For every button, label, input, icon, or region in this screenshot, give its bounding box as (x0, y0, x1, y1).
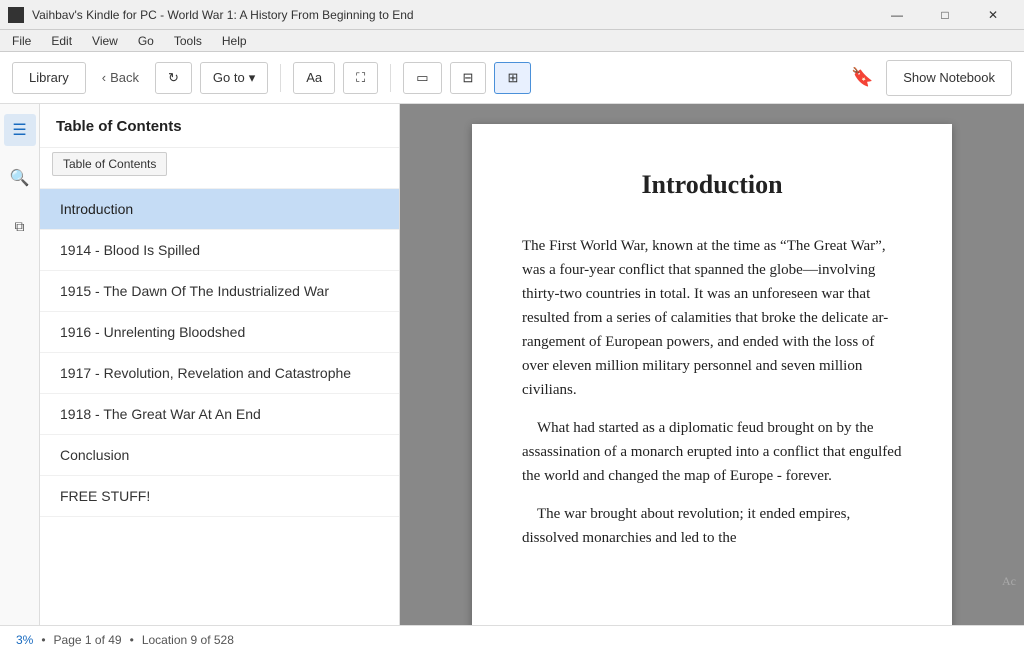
title-bar: Vaihbav's Kindle for PC - World War 1: A… (0, 0, 1024, 30)
divider-1 (280, 64, 281, 92)
book-paragraph-1: The First World War, known at the time a… (522, 234, 902, 402)
maximize-button[interactable]: □ (922, 0, 968, 30)
menu-go[interactable]: Go (130, 32, 162, 50)
chapter-title: Introduction (522, 164, 902, 206)
show-notebook-button[interactable]: Show Notebook (886, 60, 1012, 96)
menu-tools[interactable]: Tools (166, 32, 210, 50)
refresh-icon: ↻ (168, 70, 179, 86)
fullscreen-icon: ⛶ (356, 70, 365, 86)
minimize-button[interactable]: — (874, 0, 920, 30)
fullscreen-button[interactable]: ⛶ (343, 62, 378, 94)
watermark: Ac (1002, 574, 1016, 589)
status-bar: 3% • Page 1 of 49 • Location 9 of 528 (0, 625, 1024, 653)
menu-help[interactable]: Help (214, 32, 255, 50)
toc-title: Table of Contents (40, 104, 399, 148)
chevron-down-icon: ▾ (249, 70, 256, 86)
content-area: Introduction The First World War, known … (400, 104, 1024, 625)
window-title: Vaihbav's Kindle for PC - World War 1: A… (32, 8, 414, 22)
refresh-button[interactable]: ↻ (155, 62, 192, 94)
library-button[interactable]: Library (12, 62, 86, 94)
status-separator-1: • (41, 633, 45, 647)
toc-tooltip: Table of Contents (52, 152, 167, 176)
grid-icon: ⊞ (507, 70, 518, 86)
toc-item-1918[interactable]: 1918 - The Great War At An End (40, 394, 399, 435)
window-controls: — □ ✕ (874, 0, 1016, 30)
toc-item-1917[interactable]: 1917 - Revolution, Revelation and Catast… (40, 353, 399, 394)
layout-single-button[interactable]: ▭ (403, 62, 441, 94)
search-icon: 🔍 (10, 168, 30, 188)
bookmark-button[interactable]: 🔖 (846, 62, 878, 94)
goto-button[interactable]: Go to ▾ (200, 62, 268, 94)
toc-item-1916[interactable]: 1916 - Unrelenting Bloodshed (40, 312, 399, 353)
status-separator-2: • (130, 633, 134, 647)
divider-2 (390, 64, 391, 92)
close-button[interactable]: ✕ (970, 0, 1016, 30)
toc-list: Cover Introduction 1914 - Blood Is Spill… (40, 148, 399, 625)
notes-icon-button[interactable]: ⧉ (4, 210, 36, 242)
sidebar-icons: ☰ 🔍 ⧉ (0, 104, 40, 625)
toolbar: Library ‹ Back ↻ Go to ▾ Aa ⛶ ▭ ⊟ ⊞ 🔖 Sh… (0, 52, 1024, 104)
book-paragraph-3: The war brought about revolution; it end… (522, 502, 902, 550)
menu-bar: File Edit View Go Tools Help (0, 30, 1024, 52)
search-icon-button[interactable]: 🔍 (4, 162, 36, 194)
app-icon (8, 7, 24, 23)
notes-icon: ⧉ (15, 218, 25, 235)
menu-icon: ☰ (12, 120, 26, 140)
font-button[interactable]: Aa (293, 62, 335, 94)
goto-label: Go to (213, 70, 245, 85)
toc-item-introduction[interactable]: Introduction (40, 189, 399, 230)
layout-grid-button[interactable]: ⊞ (494, 62, 531, 94)
menu-edit[interactable]: Edit (43, 32, 80, 50)
back-label: Back (110, 70, 139, 85)
double-page-icon: ⊟ (463, 70, 474, 86)
toc-item-conclusion[interactable]: Conclusion (40, 435, 399, 476)
toc-item-free-stuff[interactable]: FREE STUFF! (40, 476, 399, 517)
toc-panel: Table of Contents Table of Contents Cove… (40, 104, 400, 625)
app-body: ☰ 🔍 ⧉ Table of Contents Table of Content… (0, 104, 1024, 625)
progress-label: 3% (16, 633, 33, 647)
toc-item-1915[interactable]: 1915 - The Dawn Of The Industrialized Wa… (40, 271, 399, 312)
book-paragraph-2: What had started as a diplomatic feud br… (522, 416, 902, 488)
chevron-left-icon: ‹ (102, 70, 106, 85)
menu-view[interactable]: View (84, 32, 126, 50)
toc-icon-button[interactable]: ☰ (4, 114, 36, 146)
back-button[interactable]: ‹ Back (94, 62, 147, 94)
single-page-icon: ▭ (416, 70, 428, 86)
bookmark-icon: 🔖 (851, 67, 873, 88)
location-info: Location 9 of 528 (142, 633, 234, 647)
toc-item-1914[interactable]: 1914 - Blood Is Spilled (40, 230, 399, 271)
book-page: Introduction The First World War, known … (472, 124, 952, 625)
page-info: Page 1 of 49 (54, 633, 122, 647)
menu-file[interactable]: File (4, 32, 39, 50)
layout-double-button[interactable]: ⊟ (450, 62, 487, 94)
